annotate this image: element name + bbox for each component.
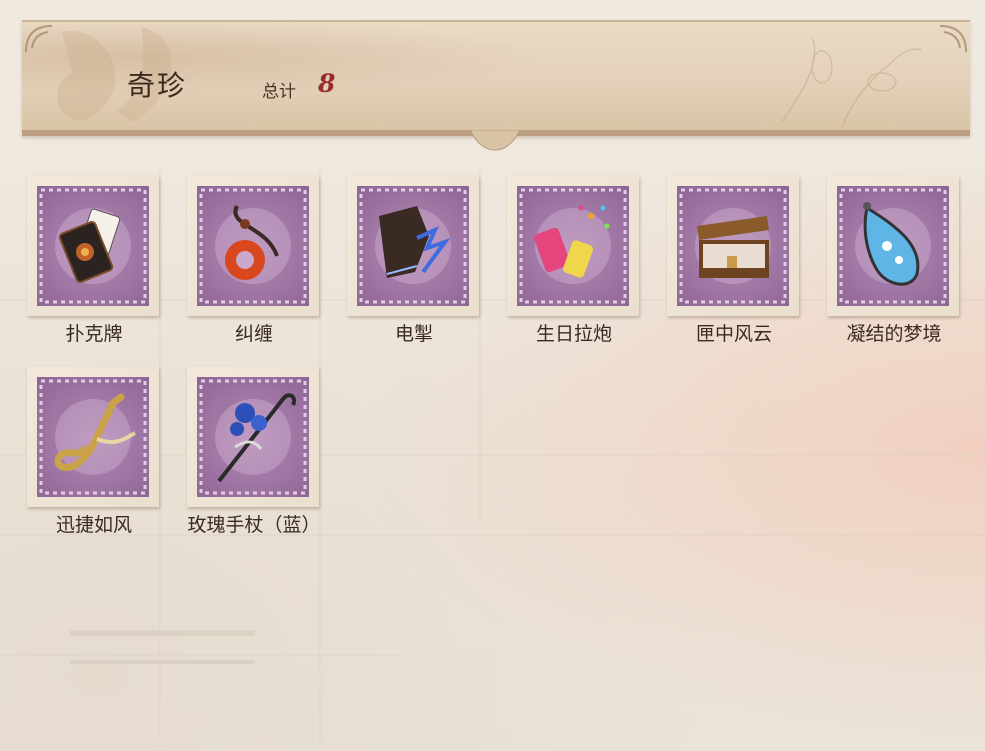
stamp-background	[677, 186, 789, 306]
item-card-dream-crystal[interactable]: 凝结的梦境	[827, 176, 961, 351]
header-tab-notch	[470, 130, 520, 151]
stamp-background	[517, 186, 629, 306]
item-label: 生日拉炮	[535, 323, 612, 345]
stamp-background	[197, 377, 309, 497]
page-title: 奇珍	[127, 69, 188, 102]
item-card-party-popper[interactable]: 生日拉炮	[507, 176, 641, 351]
item-card-blue-rose-cane[interactable]: 玫瑰手杖（蓝）	[187, 367, 321, 542]
stamp-background	[37, 186, 149, 306]
poker-cards-icon	[39, 188, 147, 304]
item-frame	[507, 176, 639, 316]
treasure-box-icon	[679, 188, 787, 304]
item-label: 迅捷如风	[55, 514, 132, 536]
total-label: 总计	[262, 82, 296, 102]
item-frame	[187, 176, 319, 316]
blue-rose-cane-icon	[199, 379, 307, 495]
item-card-treasure-box[interactable]: 匣中风云	[667, 176, 801, 351]
item-frame	[187, 367, 319, 507]
item-card-electric[interactable]: 电掣	[347, 176, 481, 351]
item-label: 匣中风云	[695, 323, 772, 345]
item-frame	[347, 176, 479, 316]
amulet-pendant-icon	[199, 188, 307, 304]
item-label: 电掣	[394, 323, 433, 345]
item-label: 玫瑰手杖（蓝）	[187, 514, 321, 536]
item-label: 扑克牌	[65, 323, 123, 345]
item-frame	[827, 176, 959, 316]
item-card-saxophone[interactable]: 迅捷如风	[27, 367, 161, 542]
stamp-background	[197, 186, 309, 306]
saxophone-icon	[39, 379, 147, 495]
item-card-entanglement[interactable]: 纠缠	[187, 176, 321, 351]
total-count: 8	[318, 69, 336, 98]
item-label: 凝结的梦境	[846, 323, 942, 345]
electric-glove-icon	[359, 188, 467, 304]
collection-header: 奇珍 总计 8	[22, 20, 970, 136]
item-frame	[27, 367, 159, 507]
item-label: 纠缠	[234, 323, 273, 345]
party-popper-icon	[519, 188, 627, 304]
dream-crystal-icon	[839, 188, 947, 304]
stamp-background	[357, 186, 469, 306]
item-card-poker[interactable]: 扑克牌	[27, 176, 161, 351]
item-frame	[27, 176, 159, 316]
stamp-background	[37, 377, 149, 497]
stamp-background	[837, 186, 949, 306]
item-frame	[667, 176, 799, 316]
